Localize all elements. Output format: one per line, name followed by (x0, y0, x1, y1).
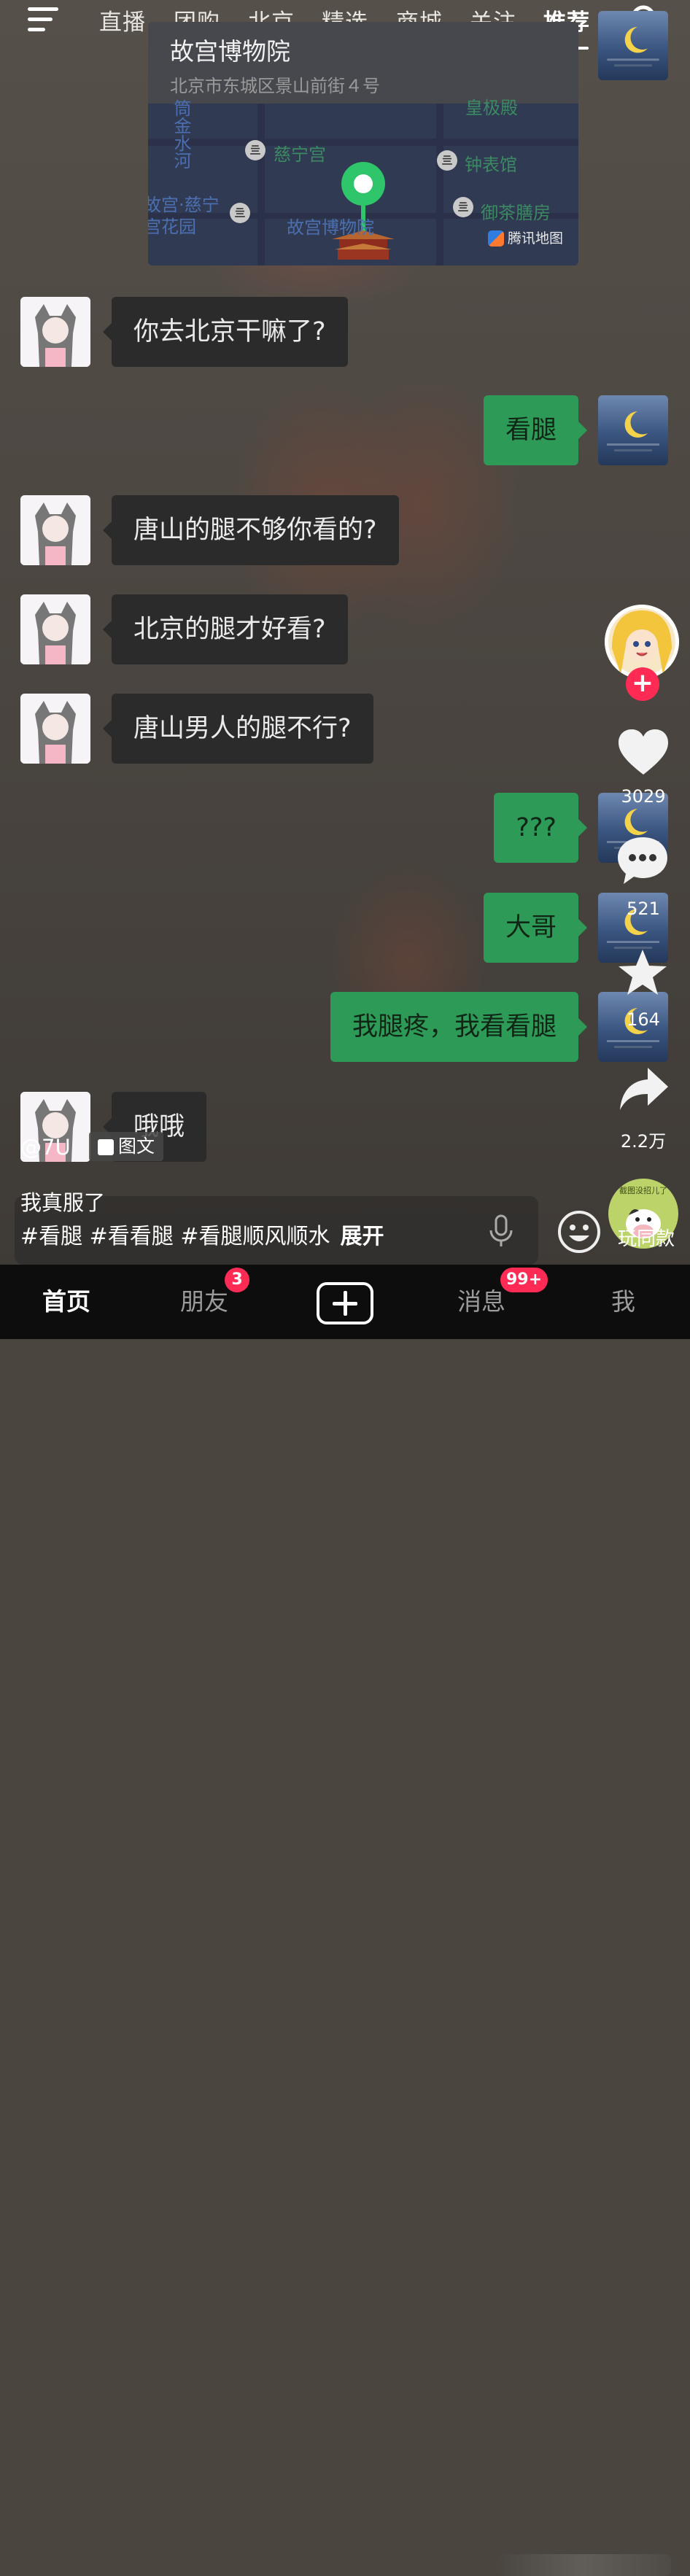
location-pin-icon (341, 162, 385, 206)
expand-button[interactable]: 展开 (340, 1224, 384, 1249)
location-header: 故宫博物院 北京市东城区景山前街４号 (148, 22, 578, 104)
post-caption: 我真服了 (20, 1190, 106, 1215)
friend-avatar (20, 297, 90, 367)
menu-icon[interactable] (28, 6, 63, 32)
map-label-tea: 御茶膳房 (481, 203, 551, 223)
map-road (436, 104, 443, 265)
image-text-icon (98, 1139, 114, 1155)
favorite-count: 164 (627, 1009, 660, 1030)
map-provider-logo: 腾讯地图 (488, 228, 563, 247)
share-count: 2.2万 (620, 1131, 667, 1152)
same-style-label[interactable]: 玩同款 (611, 1224, 681, 1251)
map-provider-label: 腾讯地图 (508, 230, 564, 247)
comment-icon[interactable] (616, 834, 669, 887)
map-label-cining: 慈宁宫 (274, 144, 326, 165)
message-bubble-right: 大哥 (483, 893, 588, 963)
message-bubble-right: 我腿疼，我看看腿 (330, 992, 588, 1062)
message-bubble-left: 唐山男人的腿不行? (103, 694, 373, 764)
user-avatar-moon-icon (598, 395, 668, 465)
map-road (148, 139, 578, 146)
hashtag-text[interactable]: #看腿 #看看腿 #看腿顺风顺水 (20, 1224, 330, 1249)
tab-home[interactable]: 首页 (42, 1282, 90, 1317)
poi-icon: 亖 (437, 150, 457, 171)
message-bubble-left: 北京的腿才好看? (103, 594, 348, 664)
friend-avatar (20, 495, 90, 565)
poi-icon: 亖 (245, 140, 265, 160)
messages-badge: 99+ (500, 1268, 548, 1292)
post-type-badge: 图文 (89, 1132, 164, 1161)
post-hashtags[interactable]: #看腿 #看看腿 #看腿顺风顺水 展开 (20, 1218, 384, 1250)
map-label-museum: 故宫博物院 (287, 217, 374, 238)
author-name[interactable]: @7U (20, 1135, 71, 1160)
friend-avatar (20, 694, 90, 764)
same-style-caption: 截图没招儿了 (619, 1186, 667, 1195)
poi-icon: 亖 (230, 203, 250, 223)
message-bubble-left: 唐山的腿不够你看的? (103, 495, 399, 565)
comment-count: 521 (627, 899, 660, 919)
watermark-blur (496, 2554, 671, 2576)
microphone-icon[interactable] (487, 1214, 516, 1248)
friend-avatar (20, 594, 90, 664)
share-arrow-icon[interactable] (619, 1066, 670, 1112)
like-heart-icon[interactable] (617, 728, 670, 776)
like-count: 3029 (621, 786, 666, 807)
poi-icon: 亖 (453, 197, 473, 217)
location-address: 北京市东城区景山前街４号 (170, 76, 380, 96)
map-label-river: 筒金水河 (171, 99, 191, 169)
emoji-icon[interactable] (557, 1209, 602, 1254)
tab-me[interactable]: 我 (611, 1282, 635, 1317)
location-title: 故宫博物院 (170, 37, 290, 66)
follow-plus-button[interactable]: + (626, 667, 659, 701)
favorite-star-icon[interactable] (617, 948, 668, 998)
location-card[interactable]: 故宫博物院 北京市东城区景山前街４号 筒金水河 皇极殿 亖 慈宁宫 亖 钟表馆 … (148, 22, 578, 265)
map-view[interactable]: 筒金水河 皇极殿 亖 慈宁宫 亖 钟表馆 故宫·慈宁宫花园 亖 亖 御茶膳房 故… (148, 98, 578, 265)
tab-messages[interactable]: 消息 (457, 1282, 505, 1317)
bottom-tab-bar: 首页 朋友 3 消息 99+ 我 (0, 1265, 690, 2576)
map-label-top: 皇极殿 (465, 98, 518, 118)
map-label-garden: 故宫·慈宁宫花园 (148, 195, 220, 237)
friends-badge: 3 (225, 1268, 249, 1292)
tab-friends[interactable]: 朋友 (180, 1282, 228, 1317)
message-bubble-right: ??? (494, 793, 587, 863)
post-type-label: 图文 (118, 1136, 155, 1157)
map-label-clock: 钟表馆 (465, 155, 517, 175)
message-bubble-right: 看腿 (483, 395, 588, 465)
map-road (257, 104, 265, 265)
create-post-button[interactable] (317, 1282, 373, 1324)
user-avatar-moon-icon (598, 11, 668, 80)
tab-live[interactable]: 直播 (99, 4, 146, 36)
message-bubble-left: 你去北京干嘛了? (103, 297, 348, 367)
tencent-map-icon (488, 230, 504, 247)
